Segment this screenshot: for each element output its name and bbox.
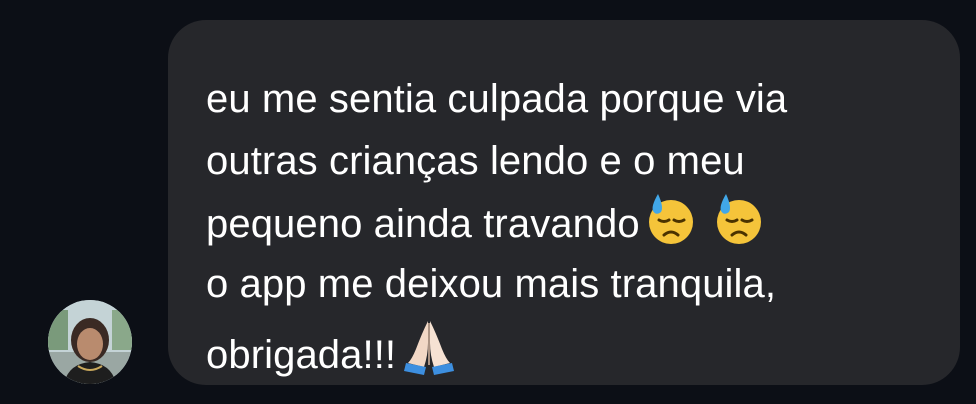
message-line-1: eu me sentia culpada porque via <box>206 77 788 121</box>
message-line-5-text: obrigada!!! <box>206 333 397 377</box>
sender-avatar[interactable] <box>48 300 132 384</box>
avatar-photo <box>48 300 132 384</box>
message-line-4: o app me deixou mais tranquila, <box>206 261 777 306</box>
message-bubble[interactable]: eu me sentia culpada porque via outras c… <box>168 20 960 385</box>
downcast-face-with-sweat-emoji <box>644 192 698 246</box>
message-line-3-text: pequeno ainda travando <box>206 202 640 246</box>
folded-hands-emoji <box>398 315 460 377</box>
downcast-face-with-sweat-emoji <box>712 192 766 246</box>
message-line-2: outras crianças lendo e o meu <box>206 138 745 183</box>
message-line-5: obrigada!!! <box>206 315 928 377</box>
message-line-3: pequeno ainda travando <box>206 192 928 254</box>
